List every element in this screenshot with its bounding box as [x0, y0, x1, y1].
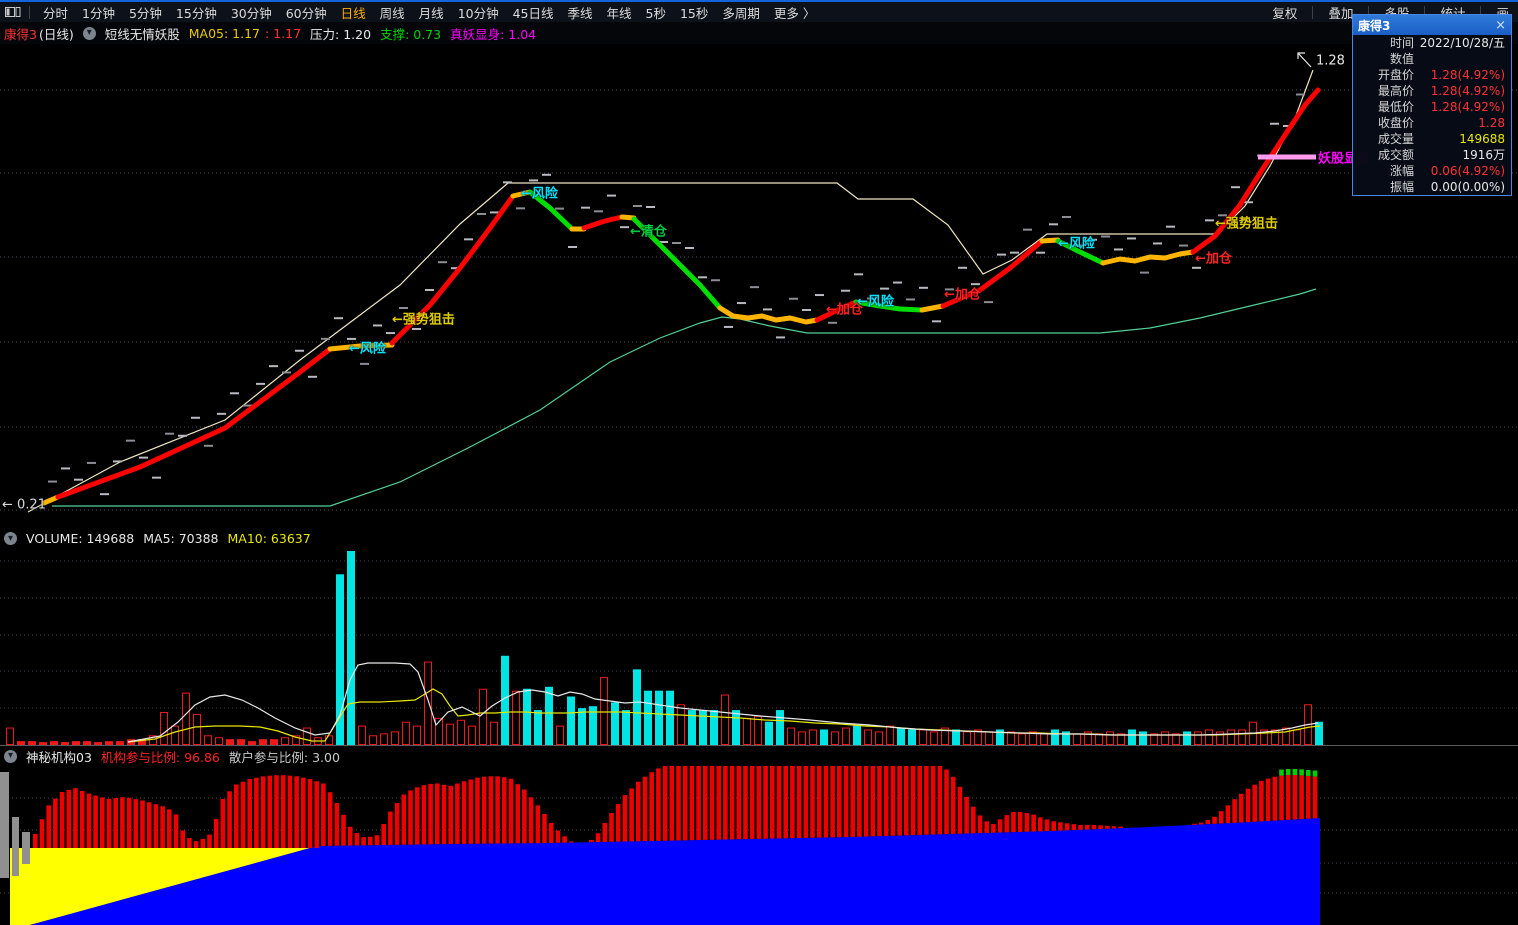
stock-name[interactable]: 康得3	[4, 24, 37, 43]
institution-ratio: 机构参与比例: 96.86	[100, 749, 220, 765]
indicator-collapse-chevron-icon[interactable]: ▾	[82, 26, 96, 40]
volume-collapse-chevron-icon[interactable]: ▾	[4, 532, 17, 545]
toolbar-left: 分时 1分钟 5分钟 15分钟 30分钟 60分钟 日线 周线 月线 10分钟 45日线 季线 年线 5秒…	[0, 3, 822, 22]
period-item[interactable]: 日线	[334, 3, 373, 22]
quote-row-label: 振幅	[1389, 180, 1414, 194]
quote-row-label: 成交额	[1377, 148, 1414, 162]
quote-row: 成交额 1916万	[1353, 147, 1511, 163]
toolbar-divider	[1312, 5, 1314, 19]
quote-row: 涨幅 0.06(4.92%)	[1353, 163, 1511, 179]
period-menu: 分时 1分钟 5分钟 15分钟 30分钟 60分钟 日线 周线 月线 10分钟 45日线 季线 年线 5秒…	[36, 3, 822, 22]
quote-row-value: 2022/10/28/五	[1419, 36, 1505, 50]
quote-row-label: 收盘价	[1377, 116, 1414, 130]
period-item[interactable]: 10分钟	[451, 3, 506, 22]
indicator-chart[interactable]	[0, 766, 1518, 925]
quote-row-value: 1.28(4.92%)	[1430, 100, 1505, 114]
period-item[interactable]: 分时	[36, 3, 75, 22]
quote-row: 成交量 149688	[1353, 131, 1511, 147]
period-item[interactable]: 季线	[561, 3, 600, 22]
quote-popup-panel: 康得3 × 时间 2022/10/28/五 数值开盘价 1.28(4.92%) 最高价 1…	[1352, 14, 1512, 196]
quote-row-label: 最高价	[1377, 84, 1414, 98]
toolbar-action-item[interactable]: 复权	[1263, 3, 1306, 22]
period-item[interactable]: 15分钟	[169, 3, 224, 22]
volume-chart[interactable]	[0, 548, 1518, 746]
quote-row-label: 成交量	[1377, 132, 1414, 146]
quote-row-label: 开盘价	[1377, 68, 1414, 82]
support-value: 支撑: 0.73	[380, 26, 442, 42]
quote-row-label: 数值	[1389, 52, 1414, 66]
quote-row: 最低价 1.28(4.92%)	[1353, 99, 1511, 115]
quote-row: 最高价 1.28(4.92%)	[1353, 83, 1511, 99]
quote-row-value: 1.28	[1478, 116, 1505, 130]
app-window: 分时 1分钟 5分钟 15分钟 30分钟 60分钟 日线 周线 月线 10分钟 45日线 季线 年线 5秒…	[0, 0, 1518, 925]
period-item[interactable]: 5秒	[639, 3, 673, 22]
quote-row: 振幅 0.00(0.00%)	[1353, 179, 1511, 195]
period-item[interactable]: 多周期	[715, 3, 767, 22]
period-item[interactable]: 年线	[600, 3, 639, 22]
indicator-name: 短线无情妖股	[104, 26, 180, 42]
quote-row-value: 0.06(4.92%)	[1430, 164, 1505, 178]
volume-ma5: MA5: 70388	[143, 531, 219, 546]
indicator-panel-chevron-icon[interactable]: ▾	[4, 749, 17, 763]
volume-value: VOLUME: 149688	[26, 531, 135, 546]
quote-row-label: 最低价	[1377, 100, 1414, 114]
period-item[interactable]: 5分钟	[122, 3, 169, 22]
period-item[interactable]: 15秒	[673, 3, 715, 22]
quote-row-value: 0.00(0.00%)	[1430, 180, 1505, 194]
quote-row-label: 涨幅	[1389, 164, 1414, 178]
quote-row-value: 1916万	[1462, 148, 1505, 162]
volume-panel-header: ▾ VOLUME: 149688 MA5: 70388 MA10: 63637	[0, 529, 1518, 548]
quote-popup-body: 时间 2022/10/28/五 数值开盘价 1.28(4.92%) 最高价 1.28(4.…	[1353, 35, 1511, 195]
retail-ratio: 散户参与比例: 3.00	[228, 749, 340, 765]
stock-info-bar: 康得3 (日线) ▾ 短线无情妖股 MA05: 1.17 : 1.17 压力: …	[0, 22, 1518, 44]
pressure-value: 压力: 1.20	[310, 26, 372, 42]
quote-popup-header[interactable]: 康得3 ×	[1353, 15, 1511, 35]
indicator-panel-header: ▾ 神秘机构03 机构参与比例: 96.86 散户参与比例: 3.00	[0, 746, 1518, 766]
volume-ma10: MA10: 63637	[227, 531, 311, 546]
quote-row-value: 1.28(4.92%)	[1430, 84, 1505, 98]
quote-row-label: 时间	[1389, 36, 1414, 50]
period-item[interactable]: 月线	[412, 3, 451, 22]
quote-row: 数值	[1353, 51, 1511, 67]
close-icon[interactable]: ×	[1495, 18, 1506, 33]
split-view-icon[interactable]	[5, 6, 21, 18]
period-item[interactable]: 1分钟	[75, 3, 122, 22]
quote-row-value: 1.28(4.92%)	[1430, 68, 1505, 82]
ma5-value: MA05: 1.17	[188, 25, 260, 41]
quote-row-value	[1414, 51, 1505, 67]
period-item[interactable]: 更多 〉	[767, 3, 822, 22]
quote-row: 开盘价 1.28(4.92%)	[1353, 67, 1511, 83]
quote-row: 收盘价 1.28	[1353, 115, 1511, 131]
period-item[interactable]: 周线	[373, 3, 412, 22]
toolbar-divider	[29, 5, 30, 19]
quote-popup-title: 康得3	[1358, 18, 1391, 33]
demon-value: 真妖显身: 1.04	[450, 26, 537, 42]
quote-row: 时间 2022/10/28/五	[1353, 35, 1511, 51]
indicator-panel-name: 神秘机构03	[26, 749, 92, 765]
period-toolbar: 分时 1分钟 5分钟 15分钟 30分钟 60分钟 日线 周线 月线 10分钟 45日线 季线 年线 5秒…	[0, 2, 1518, 22]
ma5-value2: : 1.17	[265, 25, 302, 41]
period-item[interactable]: 45日线	[506, 3, 561, 22]
quote-row-value: 149688	[1459, 132, 1505, 146]
period-item[interactable]: 60分钟	[279, 3, 334, 22]
period-item[interactable]: 30分钟	[224, 3, 279, 22]
stock-period-label: (日线)	[38, 26, 74, 42]
main-chart[interactable]	[0, 44, 1518, 529]
